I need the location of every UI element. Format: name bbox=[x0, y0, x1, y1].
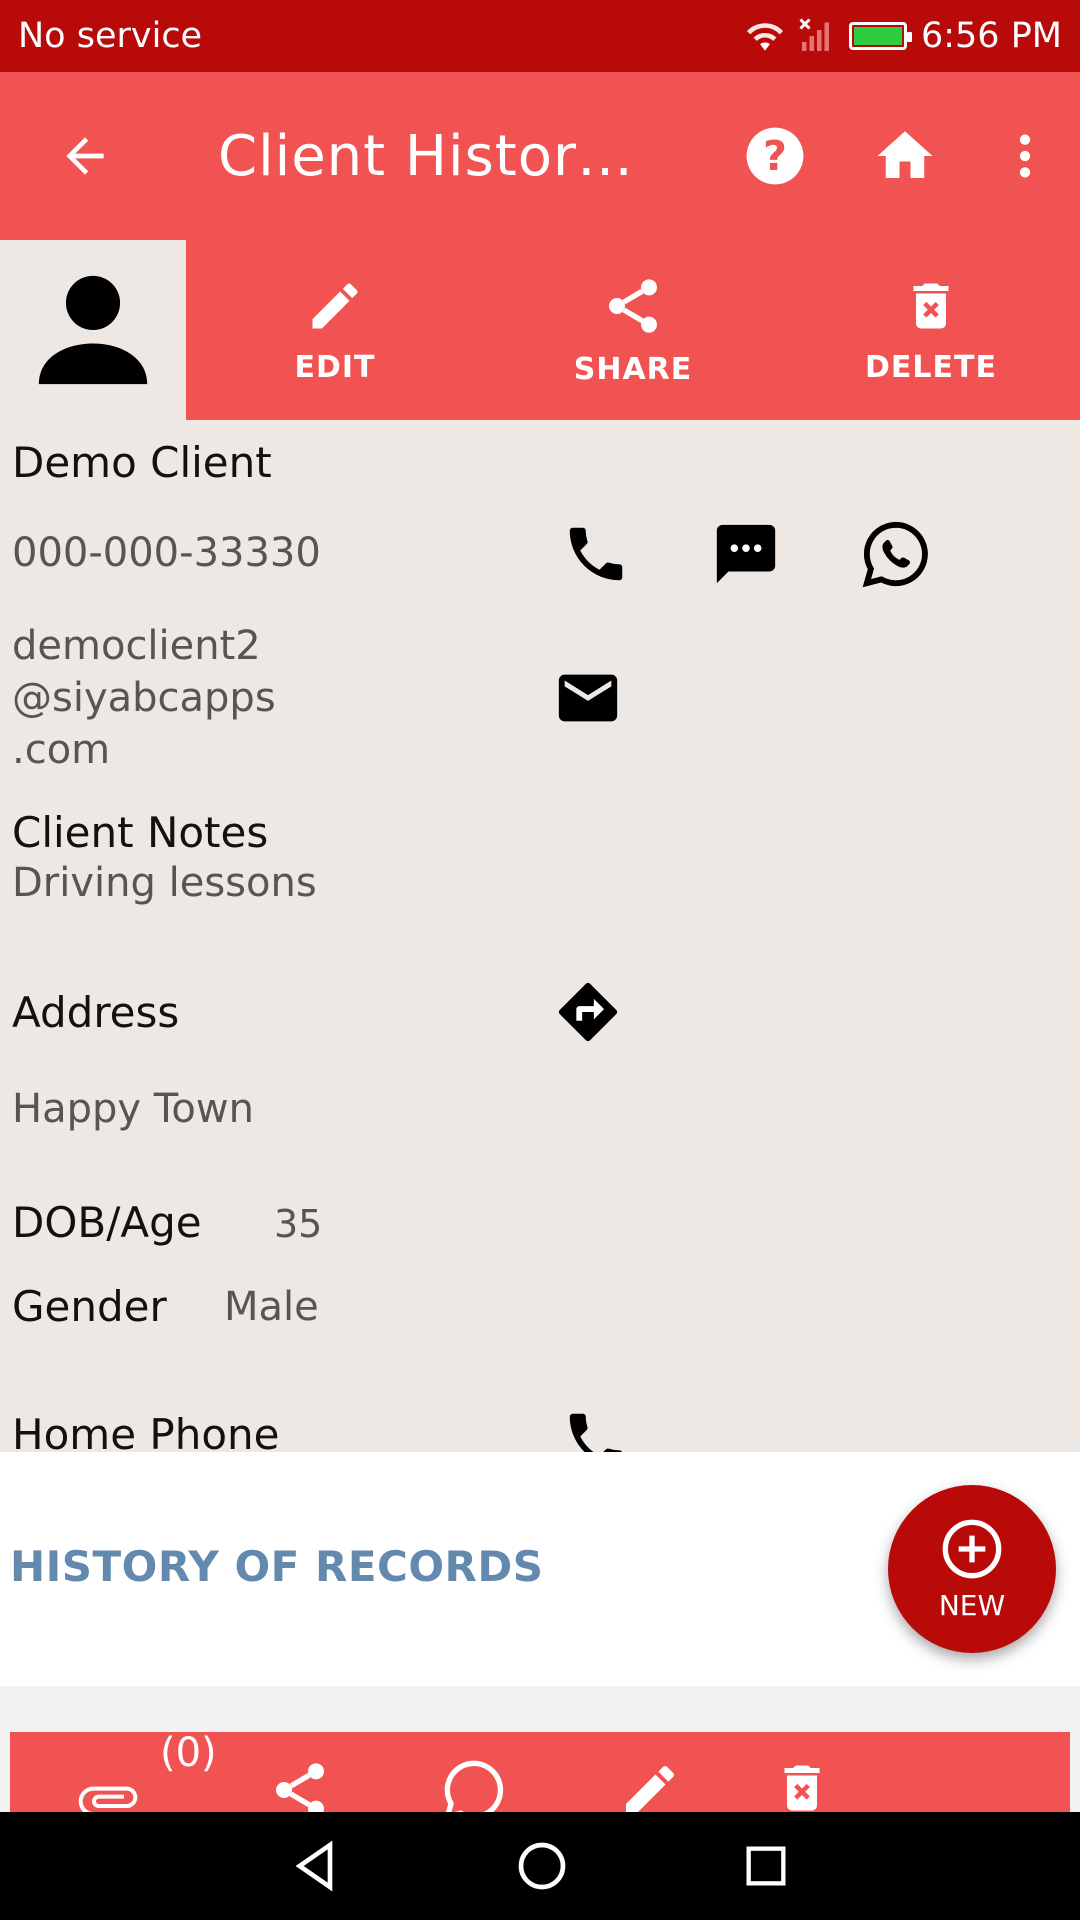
svg-text:?: ? bbox=[763, 132, 787, 180]
dob-value: 35 bbox=[274, 1202, 323, 1246]
home-phone-label: Home Phone bbox=[12, 1410, 280, 1452]
share-icon[interactable] bbox=[268, 1758, 332, 1812]
call-button[interactable] bbox=[556, 514, 636, 594]
notes-label: Client Notes bbox=[12, 808, 269, 857]
status-time: 6:56 PM bbox=[920, 16, 1062, 56]
share-icon bbox=[609, 278, 657, 333]
app-bar: Client Histor… ? bbox=[0, 72, 1080, 240]
delete-label: DELETE bbox=[865, 349, 997, 385]
signal-icon bbox=[799, 18, 829, 51]
gender-value: Male bbox=[224, 1284, 319, 1330]
notes-value: Driving lessons bbox=[12, 860, 317, 906]
back-triangle-icon[interactable] bbox=[288, 1838, 344, 1894]
status-icons: 6:56 PM bbox=[745, 16, 1062, 56]
email-button[interactable] bbox=[548, 658, 628, 738]
client-details: Demo Client 000-000-33330 democlient2 @s… bbox=[0, 420, 1080, 1452]
email-line-2: @siyabcapps bbox=[12, 675, 276, 721]
client-action-row: EDIT SHARE DELETE bbox=[0, 240, 1080, 420]
edit-button[interactable]: EDIT bbox=[186, 240, 484, 420]
more-options-button[interactable] bbox=[970, 72, 1080, 240]
attachment-icon[interactable] bbox=[76, 1768, 140, 1812]
email-icon bbox=[558, 674, 618, 722]
gender-label: Gender bbox=[12, 1282, 167, 1331]
email-line-1: democlient2 bbox=[12, 623, 261, 669]
help-button[interactable]: ? bbox=[710, 72, 840, 240]
history-title: HISTORY OF RECORDS bbox=[10, 1542, 544, 1591]
attachment-count: (0) bbox=[160, 1732, 217, 1776]
phone-icon bbox=[569, 1413, 622, 1452]
sms-icon bbox=[716, 524, 776, 584]
home-button[interactable] bbox=[840, 72, 970, 240]
add-circle-icon bbox=[942, 1519, 1002, 1578]
edit-icon[interactable] bbox=[618, 1758, 682, 1812]
back-arrow-icon bbox=[66, 137, 104, 175]
address-value: Happy Town bbox=[12, 1086, 254, 1132]
new-record-button[interactable]: NEW bbox=[888, 1485, 1056, 1653]
delete-button[interactable]: DELETE bbox=[782, 240, 1080, 420]
more-vert-icon bbox=[1019, 134, 1031, 178]
system-nav-bar bbox=[0, 1812, 1080, 1920]
dob-label: DOB/Age bbox=[12, 1198, 202, 1247]
help-icon: ? bbox=[746, 127, 804, 185]
client-email[interactable]: democlient2 @siyabcapps .com bbox=[12, 620, 412, 776]
avatar[interactable] bbox=[0, 240, 186, 420]
whatsapp-button[interactable] bbox=[856, 514, 936, 594]
back-button[interactable] bbox=[0, 72, 170, 240]
client-name: Demo Client bbox=[12, 438, 272, 487]
home-icon bbox=[877, 131, 933, 178]
address-label: Address bbox=[12, 988, 180, 1037]
client-phone[interactable]: 000-000-33330 bbox=[12, 530, 321, 576]
new-label: NEW bbox=[938, 1588, 1006, 1622]
battery-charging-icon bbox=[848, 22, 912, 50]
edit-label: EDIT bbox=[294, 349, 376, 385]
edit-icon bbox=[312, 282, 358, 328]
whatsapp-icon[interactable] bbox=[442, 1758, 506, 1812]
record-action-bar: (0) bbox=[10, 1732, 1070, 1812]
status-bar: No service 6:56 PM bbox=[0, 0, 1080, 72]
email-line-3: .com bbox=[12, 727, 111, 773]
directions-button[interactable] bbox=[548, 972, 628, 1052]
carrier-text: No service bbox=[18, 16, 203, 56]
sms-button[interactable] bbox=[706, 514, 786, 594]
home-phone-call-button[interactable] bbox=[556, 1400, 636, 1452]
home-circle-icon[interactable] bbox=[514, 1838, 570, 1894]
share-label: SHARE bbox=[573, 351, 693, 387]
delete-icon bbox=[913, 283, 949, 328]
phone-icon bbox=[569, 527, 623, 581]
whatsapp-icon bbox=[862, 521, 928, 588]
page-title: Client Histor… bbox=[218, 123, 635, 189]
action-bar: EDIT SHARE DELETE bbox=[186, 240, 1080, 420]
share-button[interactable]: SHARE bbox=[484, 240, 782, 420]
delete-icon[interactable] bbox=[772, 1758, 832, 1812]
person-icon bbox=[38, 275, 148, 385]
wifi-icon bbox=[746, 23, 783, 51]
directions-icon bbox=[558, 982, 618, 1042]
recents-square-icon[interactable] bbox=[740, 1840, 792, 1892]
